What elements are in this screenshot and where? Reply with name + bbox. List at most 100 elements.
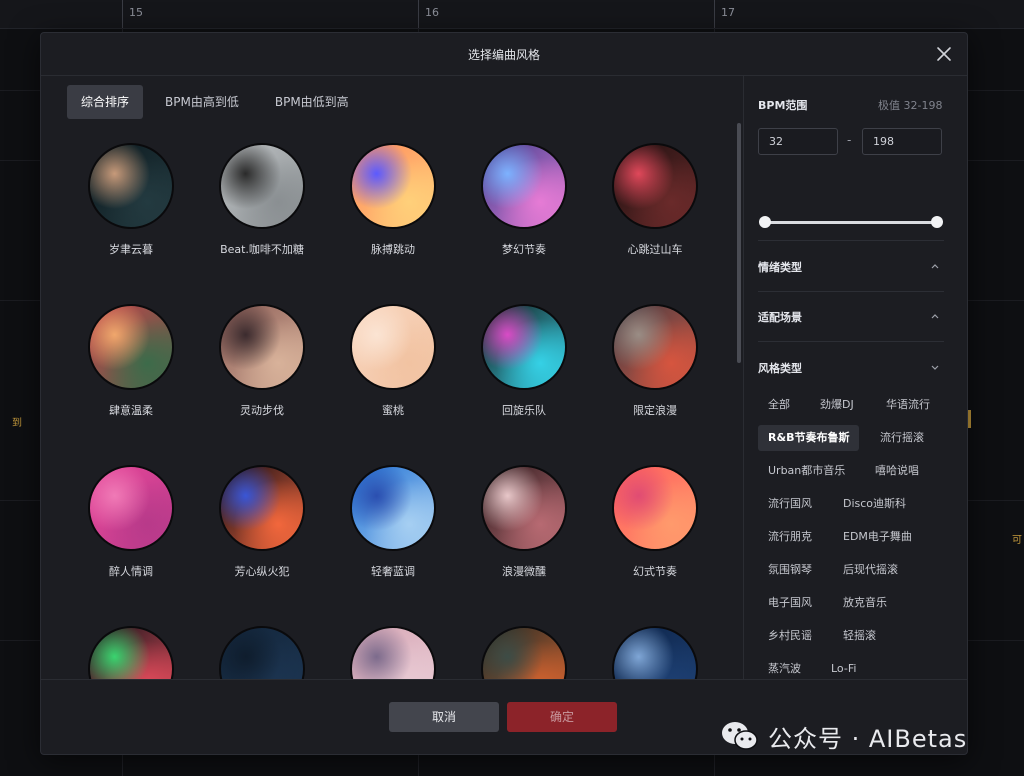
bpm-range-title: BPM范围 (758, 99, 808, 112)
sort-tab-bpm-desc[interactable]: BPM由高到低 (151, 85, 253, 119)
style-tag-chip[interactable]: 后现代摇滚 (833, 557, 908, 583)
style-card-label: 轻奢蓝调 (371, 565, 415, 578)
section-divider (758, 341, 944, 342)
style-tag-chip[interactable]: 劲爆DJ (810, 392, 864, 418)
cancel-button[interactable]: 取消 (389, 702, 499, 732)
style-tag-chip[interactable]: 氛围钢琴 (758, 557, 822, 583)
bpm-max-input[interactable]: 198 (862, 128, 942, 155)
style-tag-chip[interactable]: 乡村民谣 (758, 623, 822, 649)
style-tag-chip[interactable]: 全部 (758, 392, 800, 418)
style-card-label: 梦幻节奏 (502, 243, 546, 256)
style-cover-image (88, 626, 174, 679)
bpm-min-input[interactable]: 32 (758, 128, 838, 155)
style-cover-image (88, 304, 174, 390)
style-card-label: 芳心纵火犯 (234, 565, 290, 578)
style-card-label: 肆意温柔 (109, 404, 153, 417)
sort-tab-default[interactable]: 综合排序 (67, 85, 144, 119)
section-title-style[interactable]: 风格类型 (758, 360, 802, 376)
style-cover-image (350, 465, 436, 551)
style-card[interactable]: 醉人情调 (81, 465, 181, 579)
style-card[interactable]: 梦幻节奏 (474, 143, 574, 257)
style-cover-image (88, 465, 174, 551)
style-cover-image (350, 626, 436, 679)
bpm-slider-min-handle[interactable] (759, 216, 771, 228)
style-cover-image (481, 304, 567, 390)
style-cover-image (219, 143, 305, 229)
style-tag-chip[interactable]: 华语流行 (876, 392, 940, 418)
style-cover-image (612, 304, 698, 390)
style-card-label: 幻式节奏 (633, 565, 677, 578)
style-card[interactable]: 轻奢蓝调 (343, 465, 443, 579)
style-card[interactable] (212, 626, 312, 679)
style-card[interactable]: Beat.咖啡不加糖 (212, 143, 312, 257)
style-tag-chip[interactable]: 流行摇滚 (870, 425, 934, 451)
style-cover-image (481, 626, 567, 679)
close-button[interactable] (933, 43, 955, 65)
style-list-scrollbar[interactable] (737, 123, 741, 363)
bpm-slider-track[interactable] (765, 221, 937, 224)
chevron-up-icon[interactable] (930, 311, 940, 321)
close-icon (937, 47, 951, 61)
wechat-icon (722, 722, 758, 750)
ruler-label: 17 (721, 6, 735, 19)
style-card[interactable] (81, 626, 181, 679)
bpm-range-hint: 极值 32-198 (878, 99, 943, 112)
style-card-label: 蜜桃 (382, 404, 404, 417)
section-divider (758, 291, 944, 292)
watermark-text: 公众号 · AIBetas (768, 724, 968, 753)
style-cover-image (481, 143, 567, 229)
style-card[interactable]: 肆意温柔 (81, 304, 181, 418)
section-title-scene[interactable]: 适配场景 (758, 309, 802, 325)
style-card-label: 心跳过山车 (627, 243, 683, 256)
style-tag-chip[interactable]: 流行国风 (758, 491, 822, 517)
style-cover-image (88, 143, 174, 229)
style-card[interactable]: 心跳过山车 (605, 143, 705, 257)
style-tag-chip[interactable]: 流行朋克 (758, 524, 822, 550)
ruler-tick (714, 0, 715, 28)
dialog-title: 选择编曲风格 (467, 48, 540, 62)
bpm-slider-max-handle[interactable] (931, 216, 943, 228)
style-card[interactable] (343, 626, 443, 679)
style-card-label: 醉人情调 (109, 565, 153, 578)
style-tag-chip[interactable]: Urban都市音乐 (758, 458, 855, 484)
style-card[interactable]: 芳心纵火犯 (212, 465, 312, 579)
style-picker-dialog: 选择编曲风格 综合排序 BPM由高到低 BPM由低到高 岁聿云暮 Beat.咖啡不… (40, 32, 968, 755)
style-cover-image (219, 304, 305, 390)
section-divider (758, 240, 944, 241)
timeline-ruler: 15 16 17 (0, 0, 1024, 29)
style-card[interactable] (474, 626, 574, 679)
style-tag-chip[interactable]: EDM电子舞曲 (833, 524, 922, 550)
style-card-label: 浪漫微醺 (502, 565, 546, 578)
style-card[interactable]: 限定浪漫 (605, 304, 705, 418)
style-tag-chip[interactable]: 轻摇滚 (833, 623, 886, 649)
style-card[interactable]: 岁聿云暮 (81, 143, 181, 257)
style-card-label: 灵动步伐 (240, 404, 284, 417)
dialog-header: 选择编曲风格 (41, 33, 967, 76)
style-cover-image (219, 465, 305, 551)
style-tag-chip[interactable]: R&B节奏布鲁斯 (758, 425, 860, 451)
chevron-down-icon[interactable] (930, 362, 940, 372)
style-cover-image (350, 143, 436, 229)
section-title-mood[interactable]: 情绪类型 (758, 259, 802, 275)
style-cover-image (612, 143, 698, 229)
timeline-clip-tag: 到 (12, 418, 22, 429)
style-card[interactable]: 回旋乐队 (474, 304, 574, 418)
style-tag-chip[interactable]: Disco迪斯科 (833, 491, 916, 517)
style-cover-image (612, 626, 698, 679)
style-card[interactable]: 灵动步伐 (212, 304, 312, 418)
style-tag-chip[interactable]: 嘻哈说唱 (865, 458, 929, 484)
style-tag-chip[interactable]: 放克音乐 (833, 590, 897, 616)
ruler-label: 15 (129, 6, 143, 19)
style-card[interactable]: 浪漫微醺 (474, 465, 574, 579)
sort-tab-bpm-asc[interactable]: BPM由低到高 (261, 85, 363, 119)
chevron-up-icon[interactable] (930, 261, 940, 271)
style-list-panel: 综合排序 BPM由高到低 BPM由低到高 岁聿云暮 Beat.咖啡不加糖 脉搏跳动 梦… (41, 75, 741, 679)
style-card[interactable]: 蜜桃 (343, 304, 443, 418)
sort-tabs: 综合排序 BPM由高到低 BPM由低到高 (67, 85, 363, 119)
confirm-button[interactable]: 确定 (507, 702, 617, 732)
style-cover-image (350, 304, 436, 390)
style-tag-chip[interactable]: 电子国风 (758, 590, 822, 616)
style-card[interactable]: 幻式节奏 (605, 465, 705, 579)
style-card[interactable]: 脉搏跳动 (343, 143, 443, 257)
style-card[interactable] (605, 626, 705, 679)
